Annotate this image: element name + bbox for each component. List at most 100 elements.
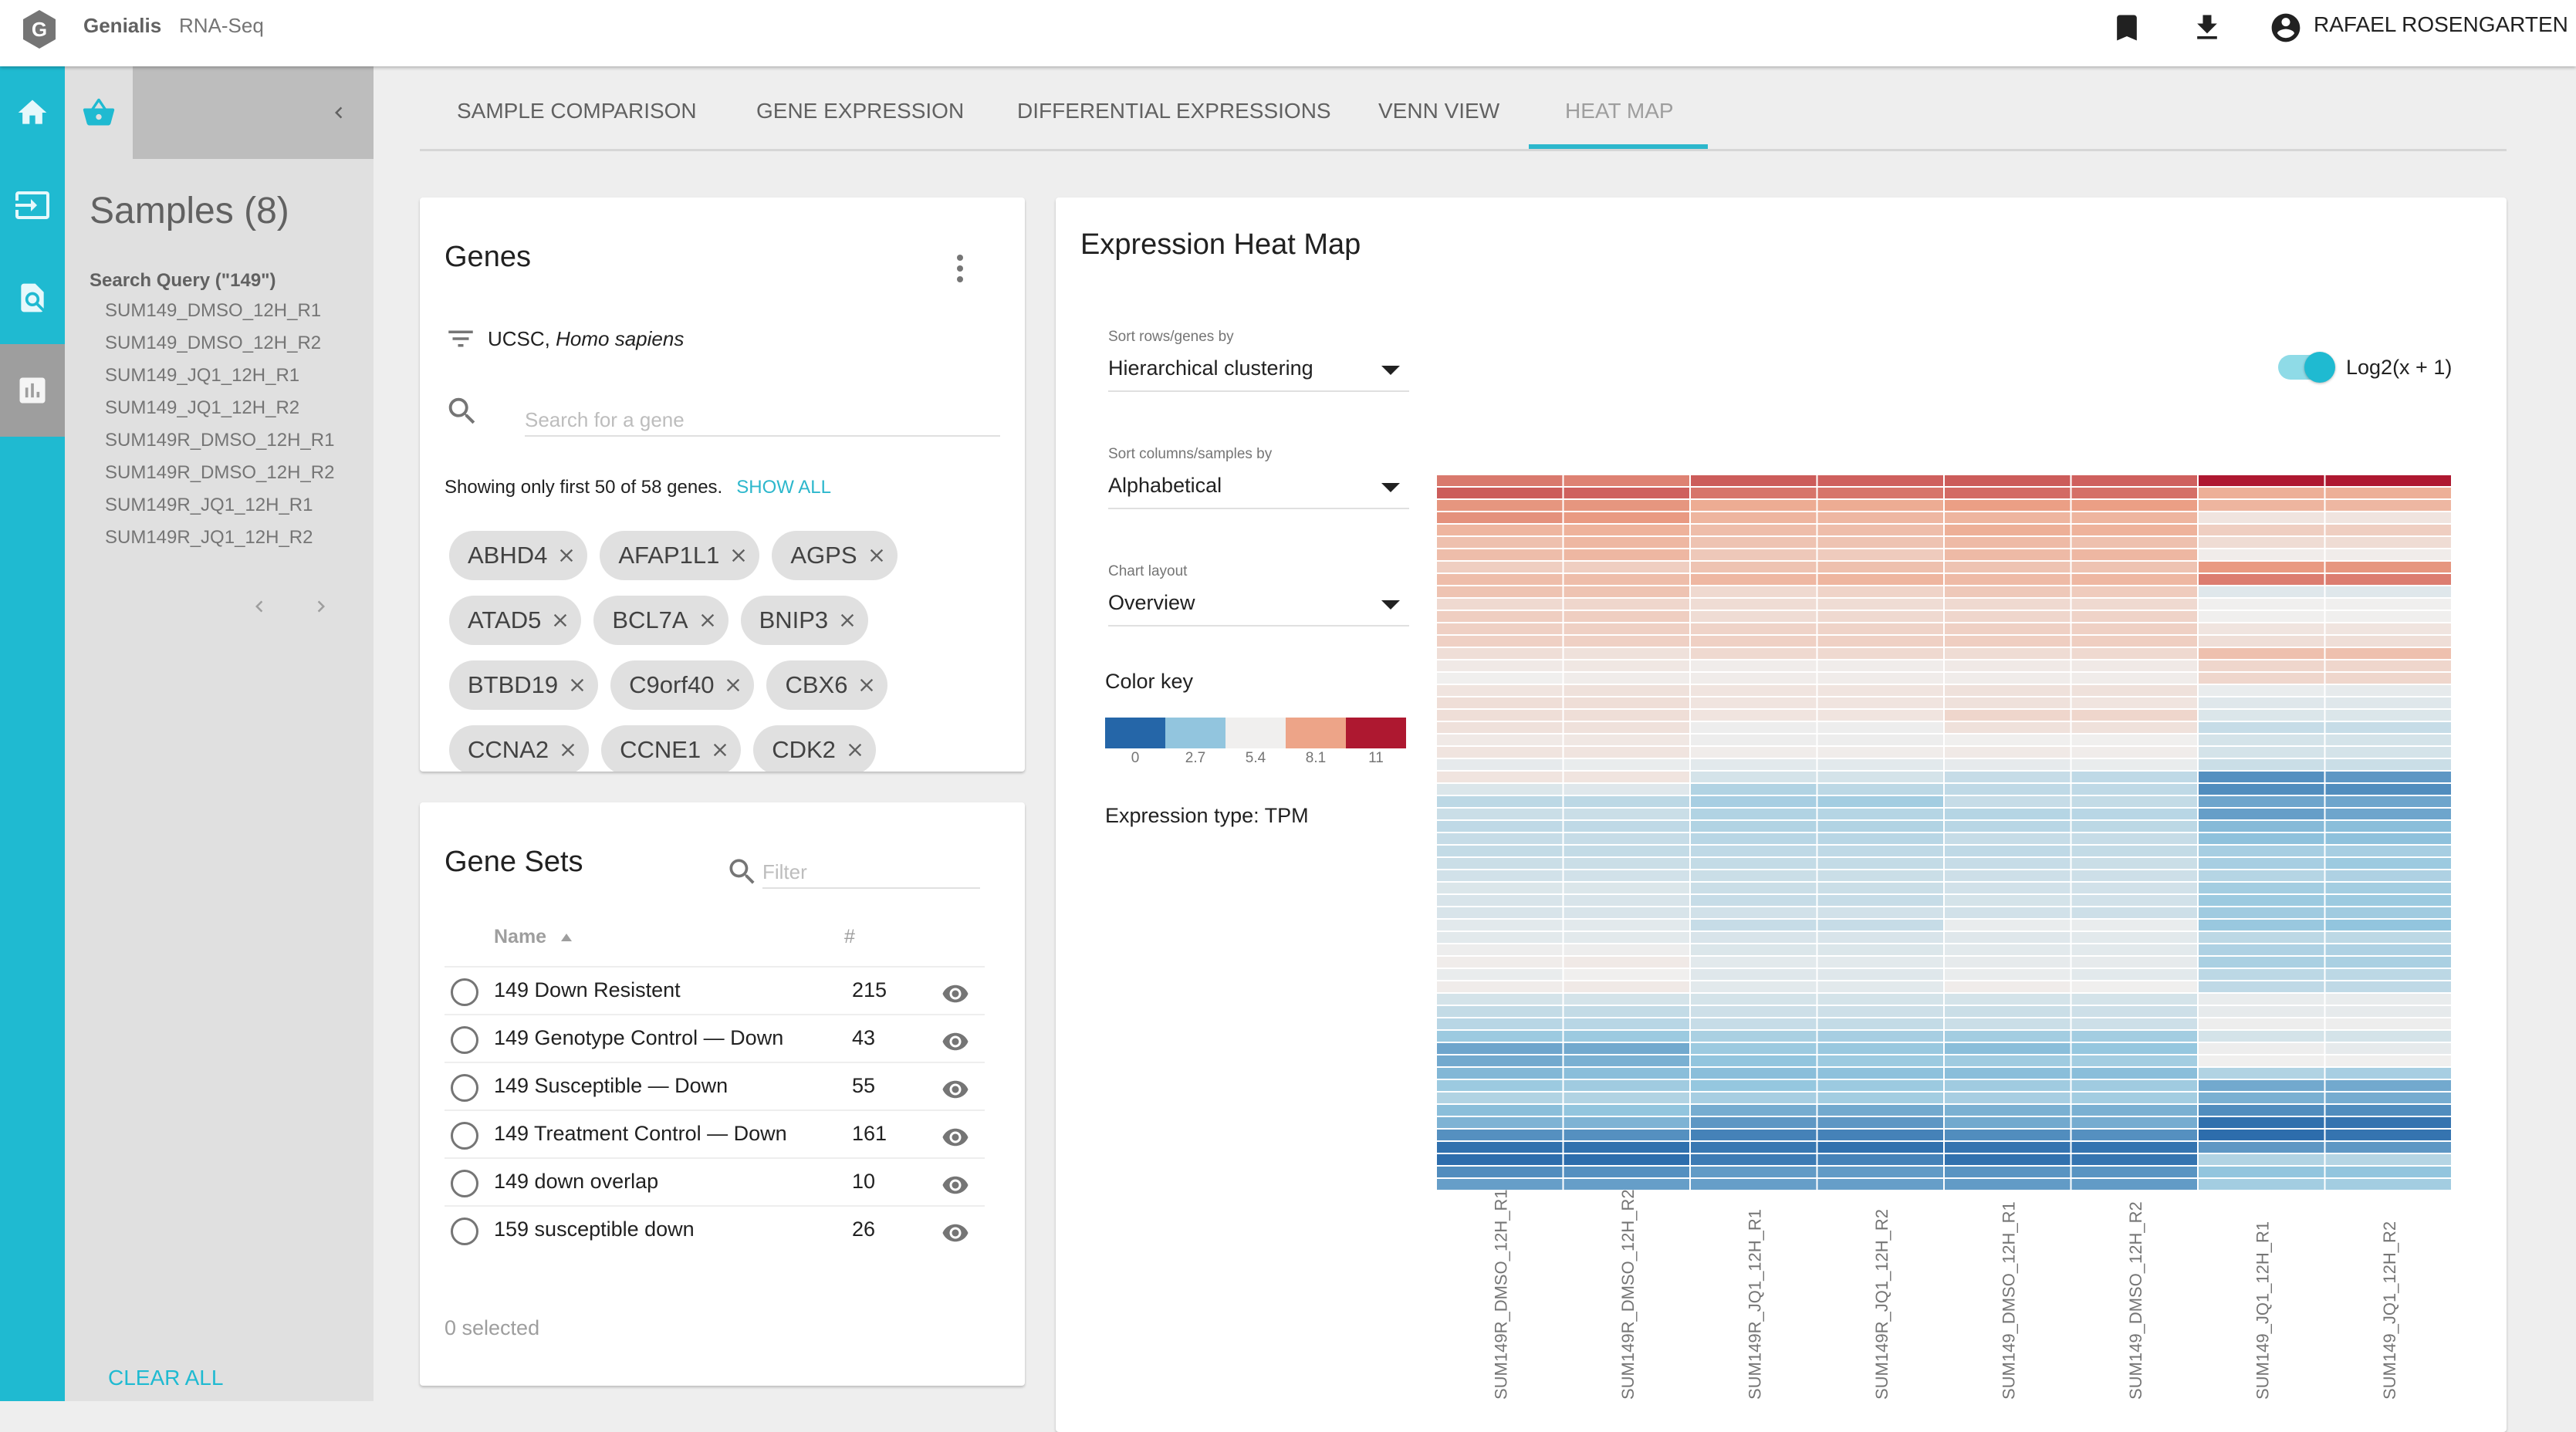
gene-chip[interactable]: AGPS: [772, 531, 898, 580]
heatmap-cell[interactable]: [1817, 1043, 1944, 1054]
heatmap-cell[interactable]: [1437, 759, 1563, 770]
heatmap-cell[interactable]: [2071, 1093, 2198, 1103]
heatmap-cell[interactable]: [1564, 488, 1690, 498]
column-header-count[interactable]: #: [844, 926, 855, 948]
heatmap-cell[interactable]: [1817, 833, 1944, 844]
heatmap-cell[interactable]: [1945, 772, 2071, 782]
heatmap-cell[interactable]: [2071, 1130, 2198, 1140]
heatmap-cell[interactable]: [1691, 1018, 1817, 1029]
download-icon[interactable]: [2190, 11, 2224, 45]
heatmap-cell[interactable]: [1564, 636, 1690, 647]
gene-chip[interactable]: ABHD4: [449, 531, 588, 580]
heatmap-cell[interactable]: [1691, 833, 1817, 844]
close-icon[interactable]: [730, 547, 747, 564]
heatmap-cell[interactable]: [1437, 846, 1563, 856]
heatmap-cell[interactable]: [2199, 1068, 2324, 1079]
heatmap-cell[interactable]: [1564, 599, 1690, 610]
heatmap-cell[interactable]: [1945, 870, 2071, 881]
heatmap-cell[interactable]: [1691, 883, 1817, 893]
heatmap-cell[interactable]: [2199, 957, 2324, 968]
heatmap-cell[interactable]: [1691, 697, 1817, 708]
prev-page-button[interactable]: [244, 591, 275, 622]
heatmap-cell[interactable]: [1564, 562, 1690, 572]
heatmap-cell[interactable]: [2071, 599, 2198, 610]
heatmap-cell[interactable]: [1564, 1068, 1690, 1079]
heatmap-cell[interactable]: [1817, 1105, 1944, 1116]
heatmap-cell[interactable]: [2071, 525, 2198, 535]
heatmap-cell[interactable]: [1691, 512, 1817, 523]
heatmap-cell[interactable]: [1945, 796, 2071, 807]
heatmap-cell[interactable]: [1691, 537, 1817, 548]
heatmap-cell[interactable]: [1437, 537, 1563, 548]
heatmap-cell[interactable]: [1691, 920, 1817, 930]
heatmap-cell[interactable]: [2199, 870, 2324, 881]
heatmap-cell[interactable]: [1437, 1018, 1563, 1029]
heatmap-cell[interactable]: [2325, 648, 2452, 659]
sample-item[interactable]: SUM149_JQ1_12H_R2: [105, 392, 334, 424]
heatmap-cell[interactable]: [1437, 1055, 1563, 1066]
heatmap-cell[interactable]: [1437, 512, 1563, 523]
heatmap-cell[interactable]: [1691, 994, 1817, 1005]
heatmap-cell[interactable]: [1437, 772, 1563, 782]
gene-source-filter[interactable]: UCSC, Homo sapiens: [445, 323, 684, 355]
heatmap-cell[interactable]: [1817, 932, 1944, 943]
heatmap-cell[interactable]: [1437, 944, 1563, 955]
heatmap-cell[interactable]: [1817, 1154, 1944, 1165]
heatmap-cell[interactable]: [1564, 1006, 1690, 1017]
heatmap-cell[interactable]: [1437, 883, 1563, 893]
heatmap-cell[interactable]: [1945, 1130, 2071, 1140]
heatmap-cell[interactable]: [1817, 784, 1944, 795]
heatmap-cell[interactable]: [1817, 1093, 1944, 1103]
heatmap-cell[interactable]: [1691, 957, 1817, 968]
heatmap-cell[interactable]: [1817, 500, 1944, 511]
heatmap-cell[interactable]: [1945, 932, 2071, 943]
sort-cols-select[interactable]: Alphabetical: [1108, 471, 1409, 509]
heatmap-cell[interactable]: [2199, 1154, 2324, 1165]
heatmap-cell[interactable]: [1945, 735, 2071, 745]
account-circle-icon[interactable]: [2269, 11, 2303, 45]
heatmap-cell[interactable]: [1691, 1031, 1817, 1042]
heatmap-cell[interactable]: [2071, 636, 2198, 647]
heatmap-cell[interactable]: [2199, 883, 2324, 893]
heatmap-cell[interactable]: [1817, 969, 1944, 980]
heatmap-cell[interactable]: [1437, 957, 1563, 968]
close-icon[interactable]: [868, 547, 885, 564]
heatmap-cell[interactable]: [2325, 1142, 2452, 1153]
heatmap-cell[interactable]: [1817, 759, 1944, 770]
heatmap-cell[interactable]: [2325, 1068, 2452, 1079]
heatmap-cell[interactable]: [1945, 525, 2071, 535]
heatmap-cell[interactable]: [2071, 1043, 2198, 1054]
heatmap-cell[interactable]: [1437, 895, 1563, 906]
heatmap-cell[interactable]: [1691, 907, 1817, 918]
heatmap-cell[interactable]: [2325, 772, 2452, 782]
heatmap-cell[interactable]: [1817, 611, 1944, 622]
heatmap-cell[interactable]: [1691, 895, 1817, 906]
heatmap-cell[interactable]: [1437, 574, 1563, 585]
tab-differential-expressions[interactable]: DIFFERENTIAL EXPRESSIONS: [1017, 99, 1331, 123]
heatmap-cell[interactable]: [1691, 1117, 1817, 1128]
gene-chip[interactable]: CCNE1: [601, 725, 742, 772]
heatmap-cell[interactable]: [1945, 747, 2071, 758]
heatmap-cell[interactable]: [1817, 660, 1944, 671]
heatmap-cell[interactable]: [2199, 660, 2324, 671]
heatmap-cell[interactable]: [2071, 870, 2198, 881]
heatmap-cell[interactable]: [1437, 784, 1563, 795]
heatmap-cell[interactable]: [1437, 821, 1563, 832]
heatmap-cell[interactable]: [2071, 697, 2198, 708]
heatmap-cell[interactable]: [2325, 944, 2452, 955]
heatmap-cell[interactable]: [2199, 1130, 2324, 1140]
heatmap-cell[interactable]: [2325, 981, 2452, 992]
heatmap-cell[interactable]: [2199, 475, 2324, 486]
heatmap-cell[interactable]: [2199, 562, 2324, 572]
heatmap-cell[interactable]: [2071, 1031, 2198, 1042]
heatmap-cell[interactable]: [1691, 1167, 1817, 1177]
heatmap-cell[interactable]: [1437, 920, 1563, 930]
heatmap-cell[interactable]: [1691, 1006, 1817, 1017]
eye-icon[interactable]: [938, 1076, 972, 1103]
heatmap-cell[interactable]: [2325, 685, 2452, 696]
heatmap-cell[interactable]: [2325, 735, 2452, 745]
heatmap-cell[interactable]: [2199, 895, 2324, 906]
heatmap-cell[interactable]: [1817, 895, 1944, 906]
heatmap-cell[interactable]: [1437, 809, 1563, 819]
heatmap-cell[interactable]: [1945, 685, 2071, 696]
